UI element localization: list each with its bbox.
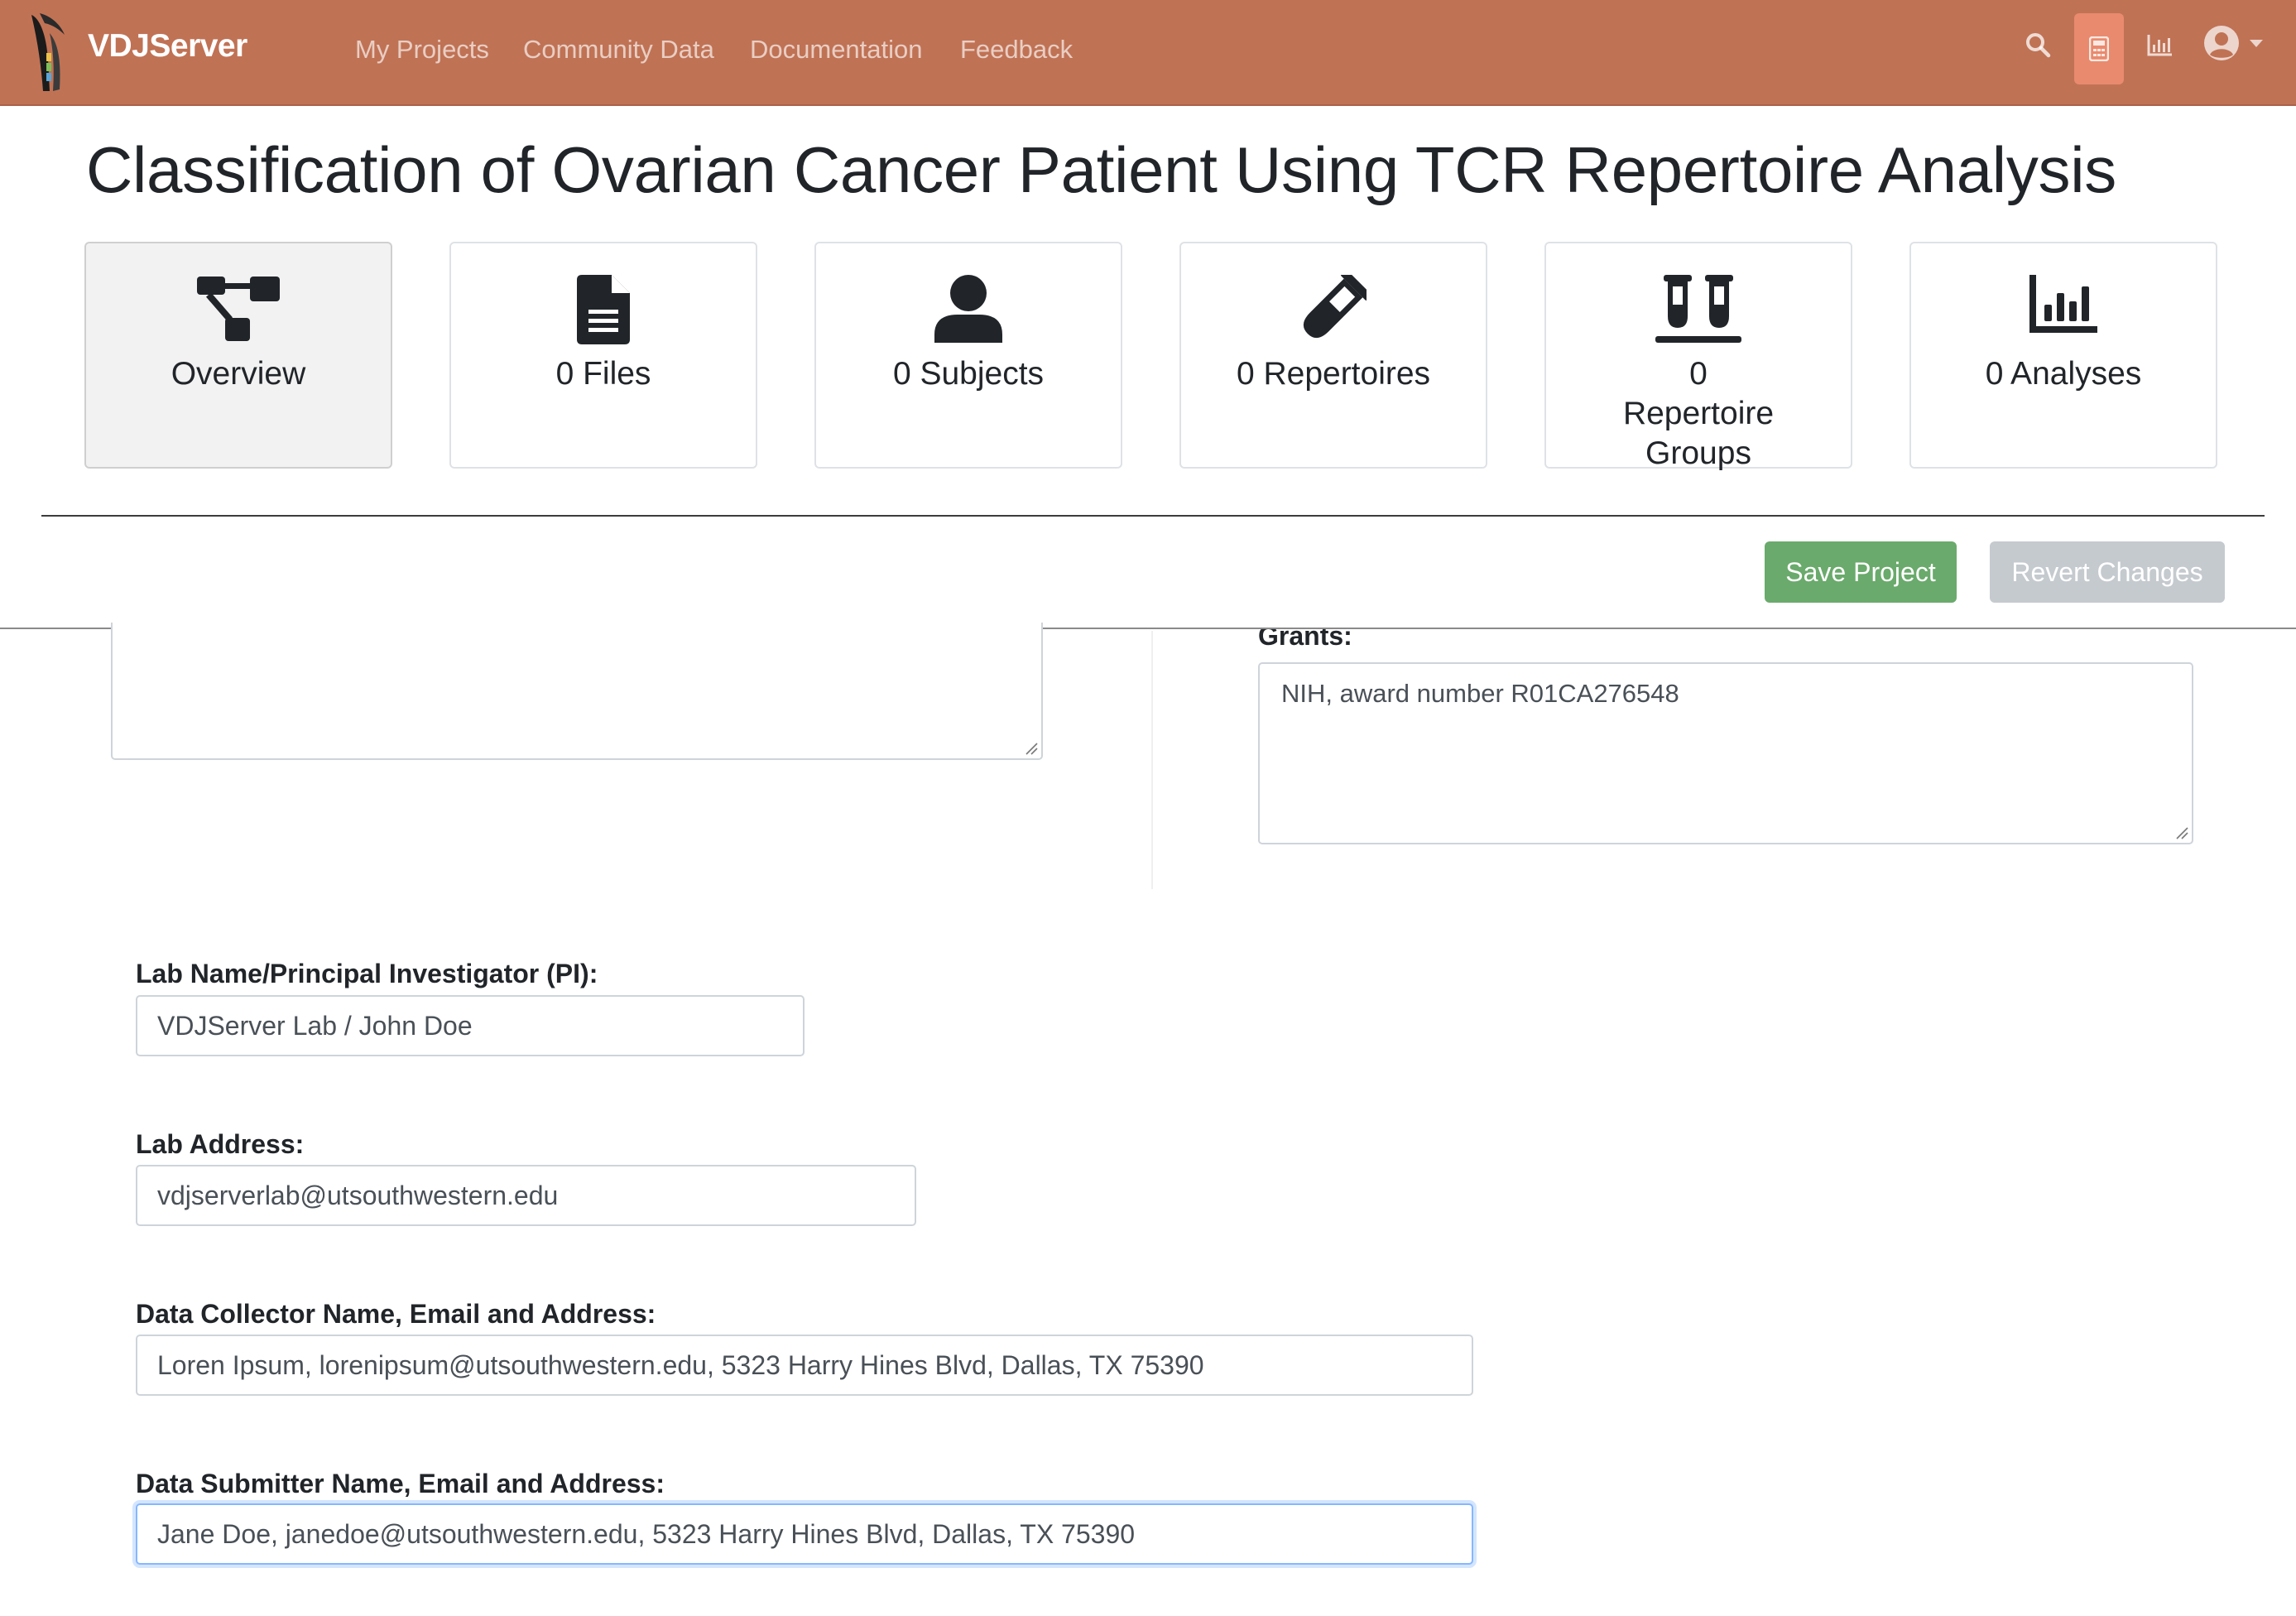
data-collector-label: Data Collector Name, Email and Address: <box>136 1299 656 1329</box>
tab-label: Overview <box>171 356 306 392</box>
file-icon <box>577 275 630 344</box>
data-submitter-input[interactable] <box>136 1503 1473 1565</box>
lab-address-input[interactable] <box>136 1165 916 1226</box>
tab-label: 0 Analyses <box>1985 356 2142 392</box>
tab-files[interactable]: 0 Files <box>449 242 757 469</box>
user-menu-toggle[interactable] <box>2203 25 2270 65</box>
chart-icon <box>2029 275 2097 333</box>
nav-feedback[interactable]: Feedback <box>960 30 1073 70</box>
save-project-button[interactable]: Save Project <box>1765 541 1957 603</box>
data-submitter-label: Data Submitter Name, Email and Address: <box>136 1469 665 1498</box>
grants-value: NIH, award number R01CA276548 <box>1281 679 1679 708</box>
header-divider <box>41 515 2265 517</box>
user-circle-icon <box>2204 26 2239 60</box>
vdjserver-logo[interactable] <box>28 10 68 94</box>
resize-handle-icon[interactable] <box>1025 742 1038 755</box>
page-title: Classification of Ovarian Cancer Patient… <box>86 133 2116 206</box>
tab-overview[interactable]: Overview <box>84 242 392 469</box>
nav-documentation[interactable]: Documentation <box>750 30 923 70</box>
vials-icon <box>1655 275 1741 343</box>
brand-name[interactable]: VDJServer <box>88 23 247 70</box>
nav-my-projects[interactable]: My Projects <box>355 30 489 70</box>
resize-handle-icon[interactable] <box>2175 826 2188 839</box>
tab-label: 0 Subjects <box>892 356 1045 392</box>
calculator-icon <box>2089 36 2109 61</box>
tab-subjects[interactable]: 0 Subjects <box>814 242 1122 469</box>
lab-address-label: Lab Address: <box>136 1129 305 1159</box>
tab-label: 0 Repertoire Groups <box>1622 356 1775 471</box>
chevron-down-icon <box>2250 40 2263 47</box>
user-icon <box>934 275 1002 343</box>
revert-changes-button[interactable]: Revert Changes <box>1990 541 2225 603</box>
tab-repertoires[interactable]: 0 Repertoires <box>1179 242 1487 469</box>
grants-label: Grants: <box>1258 629 1352 651</box>
tab-analyses[interactable]: 0 Analyses <box>1909 242 2217 469</box>
description-textarea[interactable] <box>111 623 1043 760</box>
tab-repertoire-groups[interactable]: 0 Repertoire Groups <box>1544 242 1852 471</box>
vial-icon <box>1303 275 1367 339</box>
lab-name-label: Lab Name/Principal Investigator (PI): <box>136 959 598 988</box>
nav-community-data[interactable]: Community Data <box>523 30 714 70</box>
grants-label-clip: Grants: <box>1258 629 1589 656</box>
calculator-button[interactable] <box>2074 13 2124 84</box>
sitemap-icon <box>197 277 280 341</box>
search-icon[interactable] <box>2025 31 2051 58</box>
bar-chart-icon[interactable] <box>2147 33 2174 56</box>
grants-textarea[interactable]: NIH, award number R01CA276548 <box>1258 662 2193 844</box>
lab-name-input[interactable] <box>136 995 805 1056</box>
column-divider <box>1151 631 1153 889</box>
tab-label: 0 Repertoires <box>1236 356 1431 392</box>
top-navbar: VDJServer My Projects Community Data Doc… <box>0 0 2296 106</box>
tab-label: 0 Files <box>555 356 651 392</box>
data-collector-input[interactable] <box>136 1335 1473 1396</box>
